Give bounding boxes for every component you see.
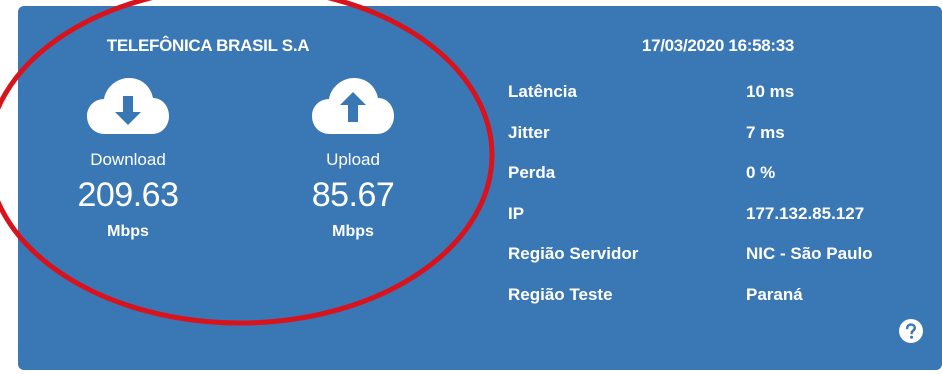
upload-section: Upload 85.67 Mbps xyxy=(278,78,428,241)
metric-value: 10 ms xyxy=(746,82,795,101)
cloud-download-icon xyxy=(87,78,169,134)
download-value: 209.63 xyxy=(77,176,180,214)
metric-row-test-region: Região Teste Paraná xyxy=(508,285,928,326)
metric-label: Região Servidor xyxy=(508,244,639,263)
test-timestamp: 17/03/2020 16:58:33 xyxy=(641,36,795,55)
download-section: Download 209.63 Mbps xyxy=(53,78,203,241)
metric-row-jitter: Jitter 7 ms xyxy=(508,123,928,164)
metric-row-server-region: Região Servidor NIC - São Paulo xyxy=(508,244,928,285)
metric-row-loss: Perda 0 % xyxy=(508,163,928,204)
upload-label: Upload xyxy=(326,150,380,169)
speed-test-result-card: TELEFÔNICA BRASIL S.A Download 209.63 Mb… xyxy=(18,6,942,370)
metric-label: IP xyxy=(508,203,525,223)
metric-label: Região Teste xyxy=(508,284,613,304)
metric-label: Perda xyxy=(508,163,556,182)
download-label: Download xyxy=(90,150,166,169)
metric-row-latency: Latência 10 ms xyxy=(508,82,928,123)
metric-value: 177.132.85.127 xyxy=(746,203,865,223)
metric-label: Jitter xyxy=(508,122,550,142)
metric-value: 0 % xyxy=(746,163,776,182)
upload-unit: Mbps xyxy=(332,223,374,240)
metric-label: Latência xyxy=(508,82,577,101)
help-icon[interactable] xyxy=(898,318,924,344)
provider-name: TELEFÔNICA BRASIL S.A xyxy=(106,36,310,55)
upload-value: 85.67 xyxy=(311,176,395,214)
metric-value: NIC - São Paulo xyxy=(746,244,873,263)
metric-row-ip: IP 177.132.85.127 xyxy=(508,204,928,245)
cloud-upload-icon xyxy=(312,78,394,134)
metrics-list: Latência 10 ms Jitter 7 ms Perda 0 % IP … xyxy=(508,82,928,325)
metric-value: 7 ms xyxy=(746,122,785,142)
metric-value: Paraná xyxy=(746,284,803,304)
download-unit: Mbps xyxy=(107,223,149,240)
